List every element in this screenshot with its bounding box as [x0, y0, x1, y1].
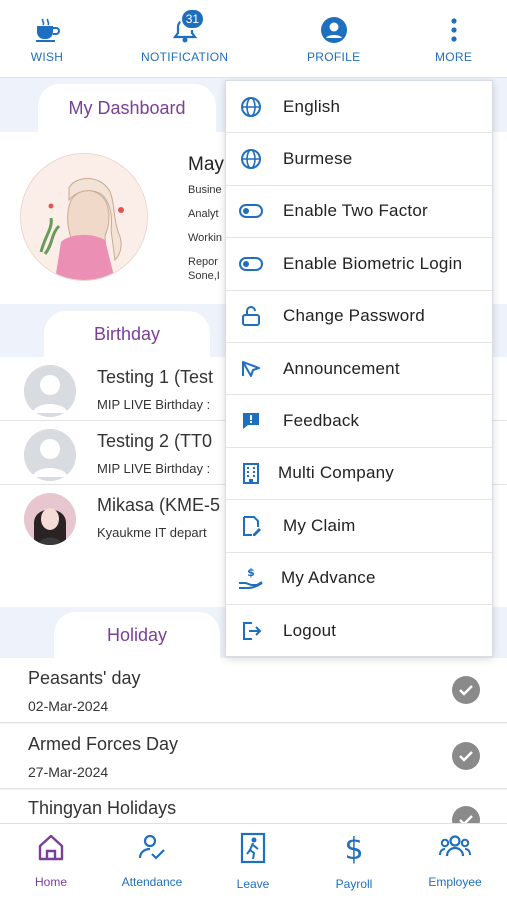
notification-count-badge: 31: [179, 8, 206, 30]
menu-item-label: Enable Two Factor: [283, 201, 428, 221]
exit-door-icon: [238, 832, 268, 869]
top-bar: WISH 31 NOTIFICATION PROFILE MORE: [0, 0, 507, 78]
nav-attendance-label: Attendance: [121, 875, 183, 889]
holiday-date: 27-Mar-2024: [28, 764, 109, 780]
home-icon: [36, 832, 66, 867]
default-avatar: [24, 429, 76, 481]
cup-icon: [30, 14, 64, 46]
birthday-name: Testing 1 (Test: [97, 367, 214, 387]
bottom-navigation: Home Attendance Leave $ Payroll Employee: [0, 823, 507, 900]
nav-employee[interactable]: Employee: [410, 832, 500, 889]
claim-icon: [238, 513, 264, 539]
menu-item-logout[interactable]: Logout: [226, 605, 494, 657]
default-avatar: [24, 365, 76, 417]
menu-item-label: Multi Company: [278, 463, 394, 483]
profile-label: PROFILE: [307, 50, 361, 64]
holiday-title: Thingyan Holidays: [28, 798, 177, 818]
nav-leave[interactable]: Leave: [208, 832, 298, 891]
check-circle-icon: [452, 676, 480, 704]
nav-attendance[interactable]: Attendance: [107, 832, 197, 889]
svg-text:$: $: [247, 566, 255, 579]
globe-icon: [238, 94, 264, 120]
birthday-name: Mikasa (KME-5: [97, 495, 221, 515]
holiday-date: 02-Mar-2024: [28, 698, 109, 714]
menu-item-announcement[interactable]: Announcement: [226, 343, 494, 396]
menu-item-label: Change Password: [283, 306, 425, 326]
feedback-icon: [238, 408, 264, 434]
holiday-row[interactable]: Armed Forces Day 27-Mar-2024: [0, 724, 507, 789]
more-button[interactable]: MORE: [435, 14, 472, 64]
more-vertical-icon: [437, 14, 471, 46]
menu-item-my-advance[interactable]: $ My Advance: [226, 553, 494, 605]
wish-button[interactable]: WISH: [30, 14, 64, 64]
dashboard-detail-2: Analyt: [188, 208, 219, 220]
dollar-icon: $: [339, 832, 369, 869]
holiday-title: Peasants' day: [28, 668, 141, 688]
logout-icon: [238, 618, 264, 644]
menu-item-label: Announcement: [283, 358, 400, 378]
dashboard-detail-5: Sone,I: [188, 270, 220, 282]
birthday-detail: MIP LIVE Birthday :: [97, 461, 211, 476]
nav-home-label: Home: [34, 875, 67, 889]
notification-button[interactable]: 31 NOTIFICATION: [141, 8, 229, 64]
more-dropdown-menu: English Burmese Enable Two Factor Enable…: [225, 80, 494, 657]
notification-label: NOTIFICATION: [141, 50, 229, 64]
dashboard-detail-3: Workin: [188, 232, 223, 244]
hand-money-icon: $: [238, 565, 264, 591]
users-group-icon: [438, 832, 472, 867]
megaphone-icon: [238, 356, 264, 382]
tab-birthday[interactable]: Birthday: [44, 311, 210, 357]
dashboard-detail-1: Busine: [188, 184, 222, 196]
dashboard-detail-4: Repor: [188, 256, 218, 268]
menu-item-label: My Claim: [283, 515, 356, 535]
wish-label: WISH: [30, 50, 64, 64]
menu-item-enable-biometric-login[interactable]: Enable Biometric Login: [226, 238, 494, 291]
profile-avatar: [20, 153, 148, 281]
toggle-icon: [238, 251, 264, 277]
nav-home[interactable]: Home: [6, 832, 96, 889]
menu-item-label: English: [283, 96, 341, 116]
globe-icon: [238, 146, 264, 172]
menu-item-label: Feedback: [283, 411, 360, 431]
nav-payroll-label: Payroll: [335, 877, 373, 891]
bell-icon: 31: [168, 8, 206, 46]
menu-item-label: Logout: [283, 621, 337, 641]
menu-item-change-password[interactable]: Change Password: [226, 291, 494, 343]
user-photo-avatar: [24, 493, 76, 545]
menu-item-enable-two-factor[interactable]: Enable Two Factor: [226, 186, 494, 239]
nav-payroll[interactable]: $ Payroll: [309, 832, 399, 891]
holiday-title: Armed Forces Day: [28, 734, 179, 754]
tab-holiday[interactable]: Holiday: [54, 612, 220, 658]
check-circle-icon: [452, 742, 480, 770]
holiday-row[interactable]: Peasants' day 02-Mar-2024: [0, 658, 507, 723]
svg-text:$: $: [344, 832, 363, 864]
birthday-detail: MIP LIVE Birthday :: [97, 397, 211, 412]
birthday-name: Testing 2 (TT0: [97, 431, 213, 451]
menu-item-burmese[interactable]: Burmese: [226, 133, 494, 186]
more-label: MORE: [435, 50, 473, 64]
menu-item-english[interactable]: English: [226, 81, 494, 134]
menu-item-my-claim[interactable]: My Claim: [226, 500, 494, 553]
nav-employee-label: Employee: [428, 875, 482, 889]
toggle-icon: [238, 198, 264, 224]
profile-button[interactable]: PROFILE: [307, 14, 360, 64]
unlock-icon: [238, 303, 264, 329]
menu-item-label: Burmese: [283, 149, 353, 169]
building-icon: [238, 460, 264, 486]
user-check-icon: [137, 832, 167, 867]
employee-name: May: [188, 154, 224, 175]
menu-item-feedback[interactable]: Feedback: [226, 395, 494, 448]
nav-leave-label: Leave: [236, 877, 270, 891]
menu-item-multi-company[interactable]: Multi Company: [226, 448, 494, 501]
menu-item-label: My Advance: [281, 568, 376, 588]
tab-my-dashboard[interactable]: My Dashboard: [38, 84, 216, 132]
menu-item-label: Enable Biometric Login: [283, 253, 463, 273]
user-circle-icon: [317, 14, 351, 46]
birthday-detail: Kyaukme IT depart: [97, 525, 207, 540]
